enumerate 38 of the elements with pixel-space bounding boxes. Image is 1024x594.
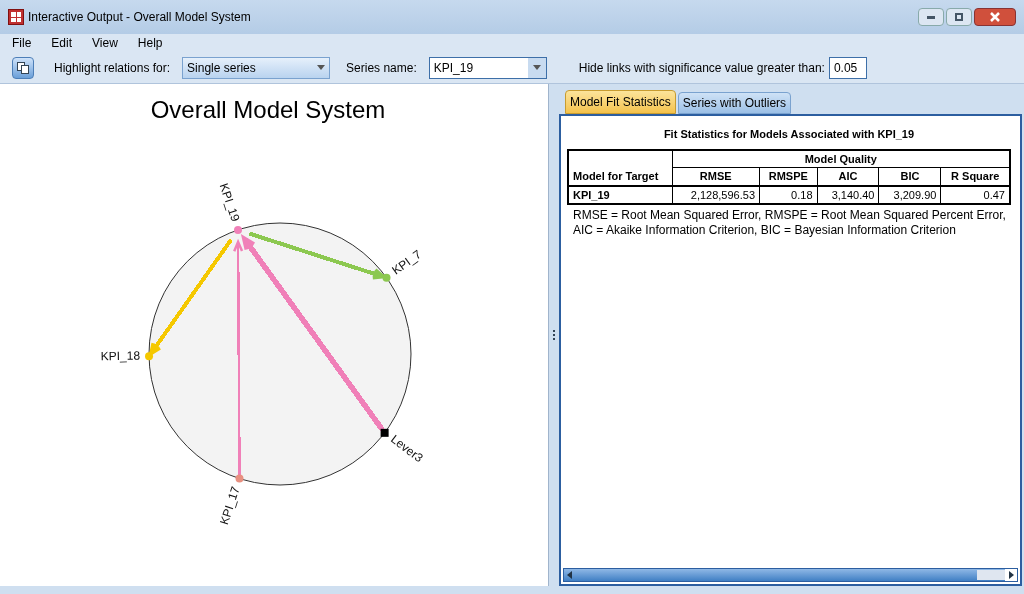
series-label: Series name: [346,59,417,77]
highlight-label: Highlight relations for: [54,59,171,77]
node-label: KPI_18 [100,348,141,364]
splitter-handle[interactable] [553,330,555,340]
menu-item[interactable]: Edit [51,34,73,52]
menu-item[interactable]: Help [137,34,163,52]
app-icon [8,9,24,25]
horizontal-scrollbar[interactable] [563,568,1018,582]
copy-button[interactable] [12,56,34,79]
node-marker[interactable] [145,352,153,361]
table-title: Fit Statistics for Models Associated with KPI_19 [662,127,916,142]
caret-icon [532,65,541,70]
scrollbar-thumb[interactable] [977,570,1005,580]
table-footnote: AIC = Akaike Information Criterion, BIC = Bayesian Information Criterion [573,223,957,238]
close-button[interactable] [974,8,1016,26]
node-marker[interactable] [380,428,389,437]
caret-icon [317,65,326,70]
graph-title: Overall Model System [149,95,387,125]
series-dropdown[interactable]: KPI_19 [428,56,547,79]
tab[interactable]: Series with Outliers [677,92,792,114]
scroll-right-icon[interactable] [1005,569,1017,581]
significance-field[interactable]: 0.05 [828,56,867,79]
table-footnote: RMSE = Root Mean Squared Error, RMSPE = Root Mean Squared Percent Error, [573,208,1007,223]
close-icon [990,12,1000,22]
maximize-button[interactable] [946,8,972,26]
node-label: KPI_17 [217,484,243,527]
tab[interactable]: Model Fit Statistics [565,90,676,114]
node-marker[interactable] [234,225,242,234]
copy-icon [17,61,29,74]
menu-item[interactable]: View [92,34,118,52]
highlight-dropdown[interactable]: Single series [182,56,331,79]
node-label: KPI_19 [216,181,243,224]
node-marker[interactable] [382,273,391,282]
significance-label: Hide links with significance value greater than: [578,59,825,77]
menu-item[interactable]: File [12,34,32,52]
window-title: Interactive Output - Overall Model System [28,9,252,26]
minimize-button[interactable] [918,8,944,26]
node-marker[interactable] [235,474,244,483]
